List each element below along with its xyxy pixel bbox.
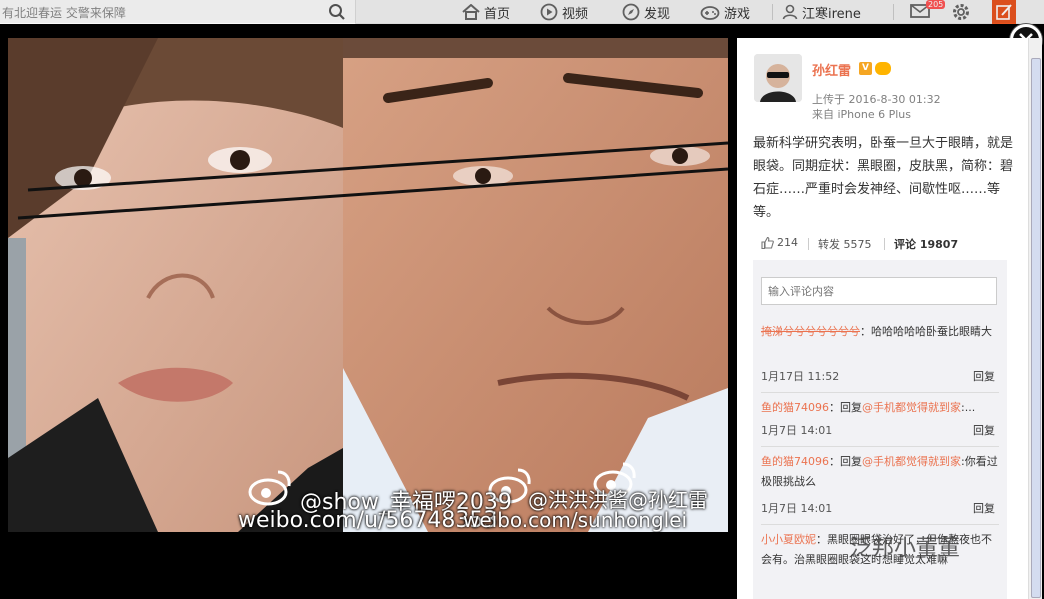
comment-divider	[761, 446, 999, 447]
photo-illustration	[8, 38, 728, 532]
comment-reply-button[interactable]: 回复	[973, 422, 995, 438]
comment-author[interactable]: 鱼的猫74096	[761, 401, 829, 414]
divider	[884, 238, 885, 250]
weibo-watermark-icon	[248, 468, 292, 506]
comment-divider	[761, 524, 999, 525]
comment-item: 掩涕兮兮兮兮兮兮兮：哈哈哈哈哈卧蚕比眼睛大	[761, 322, 1001, 342]
comment-tab[interactable]: 评论 19807	[894, 236, 958, 252]
comment-author[interactable]: 鱼的猫74096	[761, 455, 829, 468]
scroll-thumb[interactable]	[1031, 58, 1041, 598]
comment-text: ：回复	[829, 401, 862, 414]
thumbs-up-icon	[761, 236, 774, 249]
poster-name[interactable]: 孙红雷	[812, 60, 851, 79]
avatar[interactable]	[754, 54, 802, 102]
panel-scrollbar[interactable]: ▲	[1028, 38, 1042, 599]
verified-icon: V	[859, 62, 872, 75]
post-detail-panel: 孙红雷 V 上传于 2016-8-30 01:32 来自 iPhone 6 Pl…	[737, 38, 1028, 599]
post-text: 最新科学研究表明，卧蚕一旦大于眼睛，就是眼袋。同期症状：黑眼圈，皮肤黑，简称：碧…	[753, 136, 1014, 220]
post-actions: 214 转发 5575 评论 19807	[753, 234, 1007, 254]
watermark-overlap-url: weibo.com/sunhonglei	[463, 508, 688, 532]
comment-divider	[761, 392, 999, 393]
post-source: 来自 iPhone 6 Plus	[812, 108, 912, 121]
comment-time: 1月7日 14:01	[761, 424, 833, 437]
post-photo[interactable]: @show_幸福啰2039 weibo.com/u/56748353 @洪洪洪酱…	[8, 38, 728, 532]
comment-mention[interactable]: @手机都觉得就到家	[862, 455, 961, 468]
modal-dim-overlay	[0, 0, 1044, 23]
comment-author[interactable]: 掩涕兮兮兮兮兮兮兮	[761, 325, 860, 338]
comment-input[interactable]	[761, 277, 997, 305]
comment-author[interactable]: 小小夏欧妮	[761, 533, 816, 546]
comment-text: ：回复	[829, 455, 862, 468]
comment-text-tail: :...	[961, 401, 976, 414]
comment-item: 鱼的猫74096：回复@手机都觉得就到家:...	[761, 398, 1001, 418]
comment-text: ：哈哈哈哈哈卧蚕比眼睛大	[860, 325, 992, 338]
comment-item: 鱼的猫74096：回复@手机都觉得就到家:你看过极限挑战么	[761, 452, 1001, 492]
member-icon	[875, 62, 891, 75]
overlay-logo: 泛邦小董董	[850, 536, 961, 561]
repost-button[interactable]: 转发 5575	[818, 236, 872, 252]
comment-mention[interactable]: @手机都觉得就到家	[862, 401, 961, 414]
watermark-url: weibo.com/u/56748353	[238, 508, 498, 532]
like-count: 214	[777, 236, 798, 249]
comment-time: 1月17日 11:52	[761, 370, 840, 383]
like-button[interactable]: 214	[761, 236, 798, 249]
divider	[808, 238, 809, 250]
comment-time: 1月7日 14:01	[761, 502, 833, 515]
avatar-image	[754, 54, 802, 102]
upload-time: 上传于 2016-8-30 01:32	[812, 93, 941, 106]
top-navigation-bar: 有北迎春运 交警来保障 首页 视频 发现 游戏 江寒irene 205	[0, 0, 1044, 24]
comment-reply-button[interactable]: 回复	[973, 368, 995, 384]
comment-reply-button[interactable]: 回复	[973, 500, 995, 516]
